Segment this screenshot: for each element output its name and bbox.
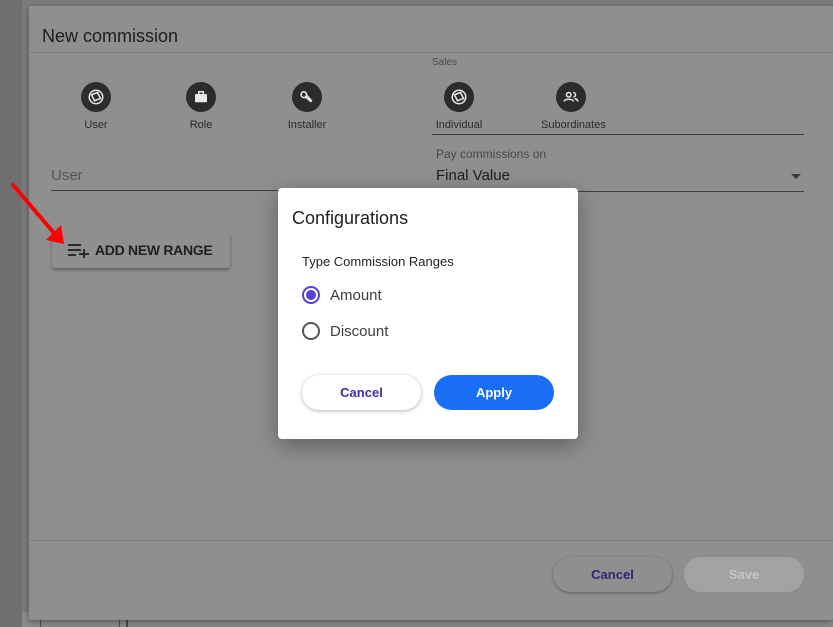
user-badge-icon bbox=[81, 82, 111, 112]
radio-label: Discount bbox=[330, 322, 389, 340]
assign-option-user[interactable]: User bbox=[66, 82, 126, 131]
modal-title: Configurations bbox=[292, 208, 409, 228]
footer-divider bbox=[29, 540, 833, 541]
group-icon bbox=[556, 82, 586, 112]
title-divider bbox=[29, 52, 833, 53]
sales-option-label: Subordinates bbox=[541, 119, 606, 131]
user-badge-icon bbox=[444, 82, 474, 112]
dialog-cancel-button[interactable]: Cancel bbox=[553, 557, 672, 592]
briefcase-icon bbox=[186, 82, 216, 112]
pay-commissions-select[interactable]: Final Value bbox=[436, 167, 510, 184]
configurations-modal: Configurations Type Commission Ranges Am… bbox=[278, 188, 578, 439]
wrench-icon bbox=[292, 82, 322, 112]
annotation-arrow-icon bbox=[11, 183, 64, 244]
radio-option-discount[interactable]: Discount bbox=[302, 322, 388, 340]
add-new-range-label: ADD NEW RANGE bbox=[95, 242, 213, 258]
background-page-strip bbox=[0, 0, 22, 627]
playlist-add-icon bbox=[68, 244, 89, 258]
sales-option-individual[interactable]: Individual bbox=[429, 82, 489, 131]
user-field-underline bbox=[51, 190, 299, 191]
radio-checked-icon[interactable] bbox=[302, 286, 320, 304]
assign-option-installer[interactable]: Installer bbox=[277, 82, 337, 131]
radio-option-amount[interactable]: Amount bbox=[302, 286, 382, 304]
sales-section-label: Sales bbox=[432, 57, 458, 68]
dialog-save-button[interactable]: Save bbox=[684, 557, 804, 592]
modal-apply-button[interactable]: Apply bbox=[434, 375, 554, 410]
pay-commissions-label: Pay commissions on bbox=[436, 147, 547, 161]
sales-option-subordinates[interactable]: Subordinates bbox=[541, 82, 606, 131]
chevron-down-icon[interactable] bbox=[791, 174, 801, 179]
assign-option-role[interactable]: Role bbox=[171, 82, 231, 131]
assign-option-label: Installer bbox=[287, 119, 327, 131]
radio-unchecked-icon[interactable] bbox=[302, 322, 320, 340]
modal-cancel-button[interactable]: Cancel bbox=[302, 375, 421, 410]
add-new-range-button[interactable]: ADD NEW RANGE bbox=[52, 232, 230, 268]
sales-underline bbox=[432, 134, 804, 135]
radio-label: Amount bbox=[330, 286, 382, 304]
sales-option-label: Individual bbox=[435, 119, 483, 131]
assign-option-label: Role bbox=[189, 119, 213, 131]
dialog-title: New commission bbox=[42, 26, 179, 46]
modal-subtitle: Type Commission Ranges bbox=[302, 254, 454, 269]
assign-option-label: User bbox=[84, 119, 108, 131]
